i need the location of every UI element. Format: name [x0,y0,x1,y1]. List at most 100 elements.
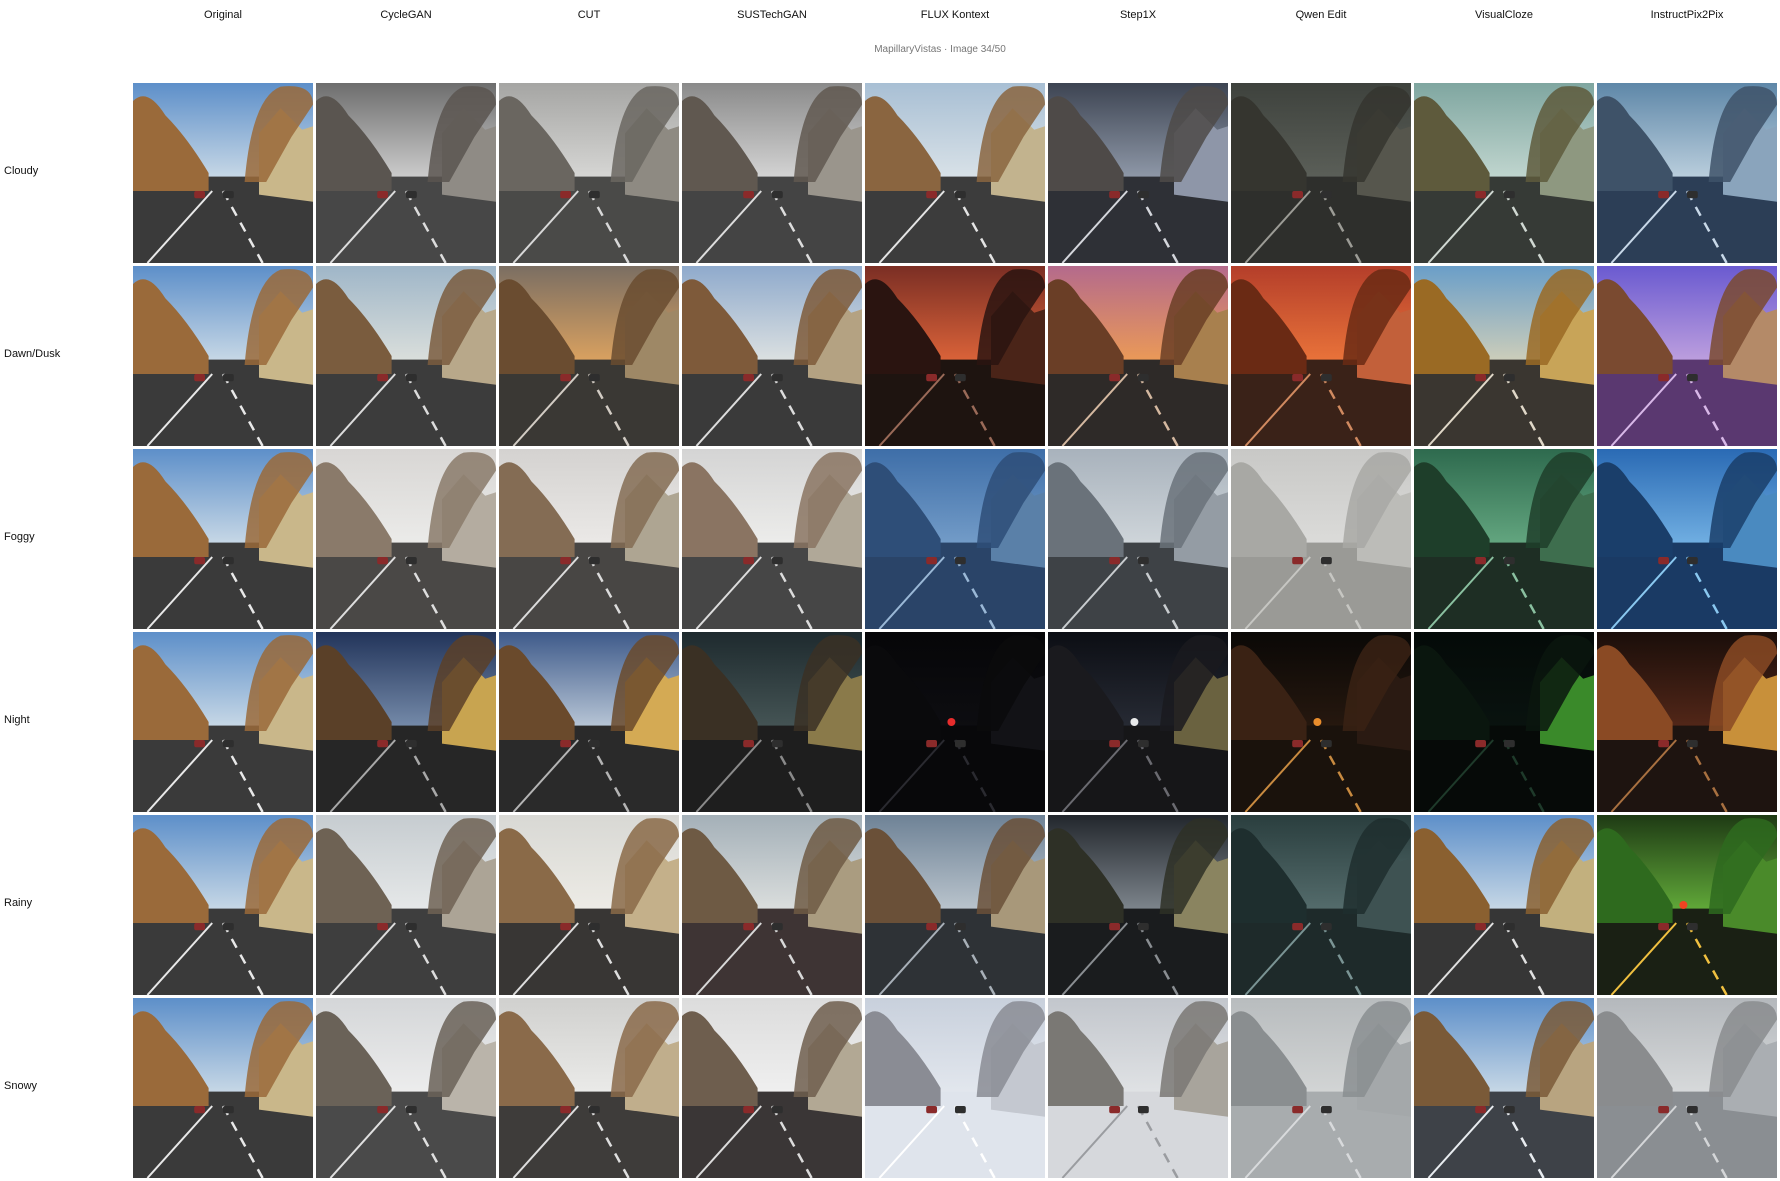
car [406,1106,417,1114]
street-scene-image [499,83,679,263]
street-scene-image [865,266,1045,446]
car [1109,374,1120,382]
image-cell-dusk-orig [133,266,313,446]
car [1475,740,1486,748]
car [1109,557,1120,565]
car [194,191,205,199]
car [1504,374,1515,382]
street-scene-image [1231,83,1411,263]
car [1109,1106,1120,1114]
car [1138,557,1149,565]
image-cell-cloudy-visualcloze [1414,83,1594,263]
image-cell-foggy-cyclegan [316,449,496,629]
car [1687,191,1698,199]
car [560,557,571,565]
street-scene-image [1048,998,1228,1178]
street-scene-image [1414,815,1594,995]
image-cell-night-qwen [1231,632,1411,812]
street-scene-image [316,266,496,446]
car [1475,191,1486,199]
car [955,923,966,931]
car [406,374,417,382]
image-cell-snowy-ip2p [1597,998,1777,1178]
car [772,923,783,931]
car [406,740,417,748]
column-header-original: Original [204,9,242,21]
car [1321,191,1332,199]
image-cell-rainy-visualcloze [1414,815,1594,995]
car [377,374,388,382]
street-scene-image [1231,632,1411,812]
car [589,374,600,382]
street-scene-image [1048,83,1228,263]
street-scene-image [316,449,496,629]
street-scene-image [1597,83,1777,263]
street-scene-image [499,998,679,1178]
light-glow [947,718,956,726]
car [1475,1106,1486,1114]
image-cell-cloudy-ip2p [1597,83,1777,263]
car [1658,374,1669,382]
car [560,923,571,931]
street-scene-image [1597,815,1777,995]
image-cell-dusk-sustech [682,266,862,446]
car [589,557,600,565]
street-scene-image [1414,83,1594,263]
car [223,1106,234,1114]
image-cell-snowy-cut [499,998,679,1178]
car [772,557,783,565]
car [223,557,234,565]
column-header-flux-kontext: FLUX Kontext [920,9,990,21]
car [1292,191,1303,199]
car [926,374,937,382]
column-header-cut: CUT [577,9,601,21]
street-scene-image [682,266,862,446]
car [1475,557,1486,565]
image-cell-rainy-cyclegan [316,815,496,995]
car [194,374,205,382]
car [743,1106,754,1114]
car [589,1106,600,1114]
car [560,1106,571,1114]
street-scene-image [316,83,496,263]
street-scene-image [865,449,1045,629]
image-cell-night-step1x [1048,632,1228,812]
row-label-cloudy: Cloudy [4,165,39,177]
car [377,1106,388,1114]
image-cell-rainy-qwen [1231,815,1411,995]
street-scene-image [133,998,313,1178]
car [377,557,388,565]
column-header-sustechgan: SUSTechGAN [737,9,807,21]
car [1658,923,1669,931]
street-scene-image [865,998,1045,1178]
car [772,740,783,748]
image-cell-rainy-cut [499,815,679,995]
car [194,557,205,565]
street-scene-image [682,83,862,263]
car [377,923,388,931]
car [955,740,966,748]
car [1292,740,1303,748]
car [560,191,571,199]
car [1504,1106,1515,1114]
image-cell-cloudy-cut [499,83,679,263]
street-scene-image [133,632,313,812]
street-scene-image [316,632,496,812]
car [223,374,234,382]
car [560,374,571,382]
car [1321,740,1332,748]
car [772,374,783,382]
column-header-visualcloze: VisualCloze [1475,9,1533,21]
column-header-cyclegan: CycleGAN [380,9,432,21]
car [1475,923,1486,931]
car [1658,191,1669,199]
image-cell-dusk-ip2p [1597,266,1777,446]
row-label-night: Night [4,714,30,726]
car [1292,1106,1303,1114]
image-cell-snowy-step1x [1048,998,1228,1178]
street-scene-image [865,815,1045,995]
image-cell-rainy-ip2p [1597,815,1777,995]
car [1321,374,1332,382]
light-glow [1679,901,1688,909]
car [1504,923,1515,931]
